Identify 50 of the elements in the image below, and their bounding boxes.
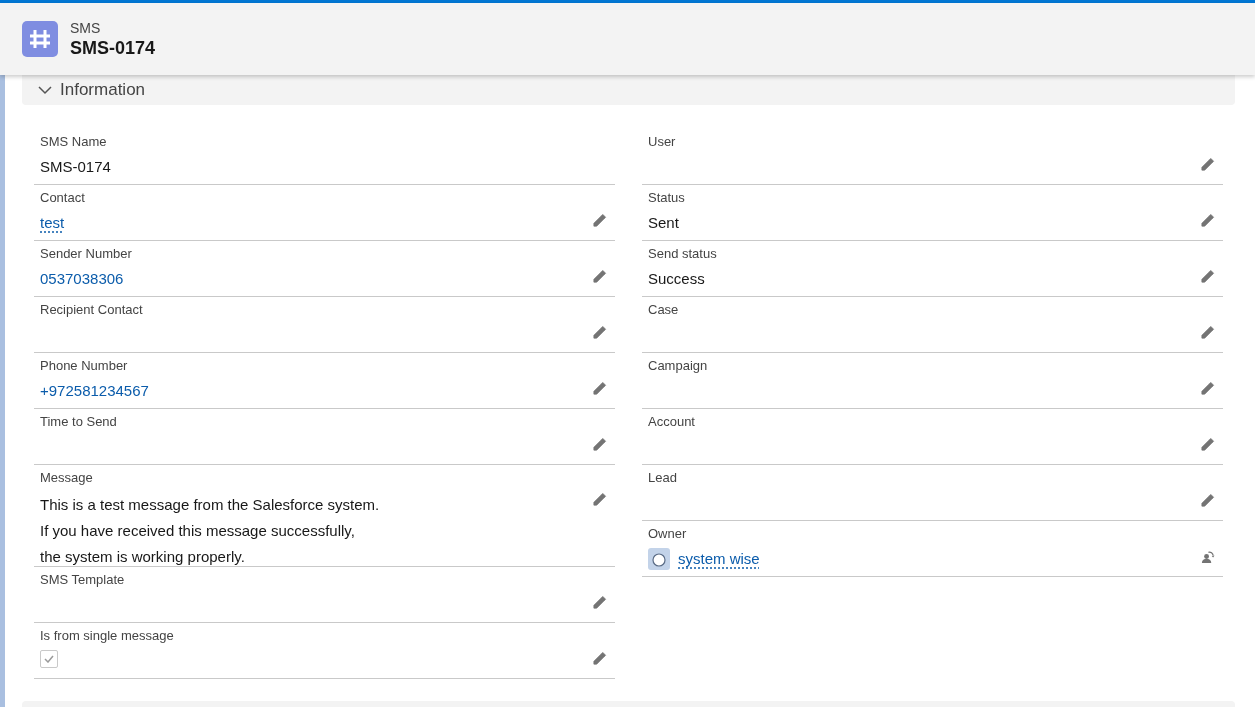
message-line: If you have received this message successfully,	[40, 521, 356, 541]
edit-pencil-icon[interactable]	[1200, 269, 1215, 284]
avatar-icon	[648, 548, 670, 571]
phone-link[interactable]: +972581234567	[40, 380, 149, 403]
edit-pencil-icon[interactable]	[1200, 437, 1215, 452]
edit-pencil-icon[interactable]	[1200, 381, 1215, 396]
field-label: Time to Send	[40, 413, 118, 431]
chevron-icon	[38, 85, 52, 95]
message-line: the system is working properly.	[40, 547, 246, 567]
edit-pencil-icon[interactable]	[592, 381, 607, 396]
field-label: SMS Template	[40, 571, 126, 589]
edit-pencil-icon[interactable]	[1200, 213, 1215, 228]
field-label: Owner	[648, 525, 688, 543]
edit-pencil-icon[interactable]	[1200, 157, 1215, 172]
field-label: Recipient Contact	[40, 301, 144, 319]
record-link[interactable]: test	[40, 212, 65, 235]
field-label: User	[648, 133, 677, 151]
message-line: This is a test message from the Salesforce system.	[40, 495, 380, 515]
owner-link[interactable]: system wise	[678, 548, 760, 571]
edit-pencil-icon[interactable]	[592, 595, 607, 610]
field-value: Sent	[648, 213, 679, 233]
field-label: Send status	[648, 245, 718, 263]
field-label: Campaign	[648, 357, 709, 375]
field-label: Account	[648, 413, 696, 431]
field-label: Case	[648, 301, 680, 319]
object-type-label: SMS	[70, 19, 102, 37]
field-label: Message	[40, 469, 94, 487]
section-header[interactable]: Information	[22, 75, 1235, 105]
change-owner-icon[interactable]	[1200, 549, 1215, 564]
edit-pencil-icon[interactable]	[592, 213, 607, 228]
hash-icon	[22, 21, 58, 57]
phone-link[interactable]: 0537038306	[40, 268, 124, 291]
edit-pencil-icon[interactable]	[592, 651, 607, 666]
field-label: Lead	[648, 469, 678, 487]
edit-pencil-icon[interactable]	[592, 325, 607, 340]
field-label: Sender Number	[40, 245, 133, 263]
edit-pencil-icon[interactable]	[592, 492, 607, 507]
edit-pencil-icon[interactable]	[592, 437, 607, 452]
field-label: SMS Name	[40, 133, 108, 151]
field-label: Phone Number	[40, 357, 129, 375]
field-value: SMS-0174	[40, 157, 111, 177]
field-value: Success	[648, 269, 705, 289]
field-label: Status	[648, 189, 686, 207]
edit-pencil-icon[interactable]	[1200, 493, 1215, 508]
edit-pencil-icon[interactable]	[592, 269, 607, 284]
field-label: Contact	[40, 189, 86, 207]
edit-pencil-icon[interactable]	[1200, 325, 1215, 340]
field-label: Is from single message	[40, 627, 175, 645]
record-title: SMS-0174	[70, 37, 156, 59]
checkmark-icon	[44, 655, 54, 663]
